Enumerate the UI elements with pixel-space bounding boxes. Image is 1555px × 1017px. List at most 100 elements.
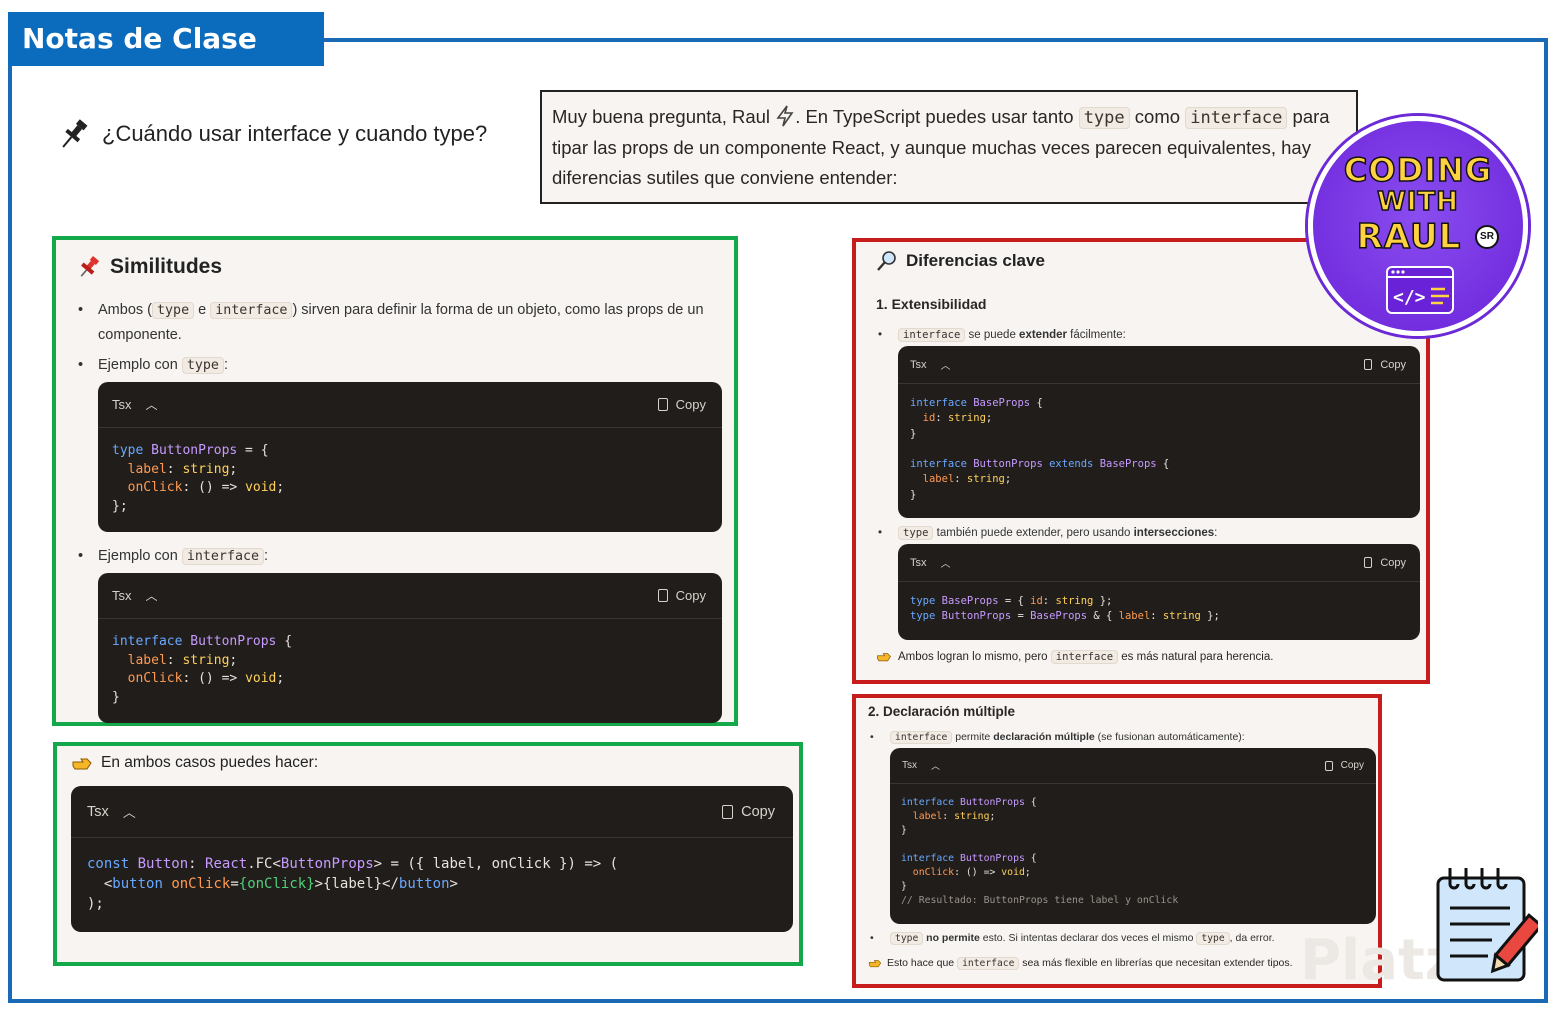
pushpin-icon [80, 256, 100, 277]
inline-code: interface [890, 731, 953, 744]
copy-label: Copy [1380, 556, 1406, 569]
declaracion-title: 2. Declaración múltiple [868, 704, 1016, 719]
list-text: : [223, 357, 228, 373]
chevron-up-icon[interactable]: ︿ [941, 357, 951, 372]
copy-button[interactable]: Copy [722, 804, 775, 820]
list-bold: no permite [923, 932, 980, 944]
list-item: interface permite declaración múltiple (… [868, 729, 1370, 746]
code-language: Tsx [87, 803, 109, 820]
ambos-heading: En ambos casos puedes hacer: [71, 754, 787, 772]
inline-code: type [181, 357, 224, 374]
list-text: e [194, 302, 211, 318]
inline-code: interface [1050, 649, 1119, 664]
answer-line-2: tipar las props de un componente React, … [552, 137, 1311, 158]
pointing-hand-icon [868, 960, 882, 968]
list-bold: declaración múltiple [993, 731, 1095, 743]
code-language: Tsx [910, 556, 927, 569]
answer-box: Muy buena pregunta, Raul . En TypeScript… [540, 90, 1358, 204]
list-bold: extender [1019, 329, 1067, 341]
copy-button[interactable]: Copy [657, 588, 706, 603]
inline-code: type [1078, 107, 1130, 129]
copy-label: Copy [741, 803, 775, 820]
pushpin-icon [62, 119, 88, 148]
inline-code: interface [181, 548, 265, 565]
pointing-hand-icon [877, 653, 891, 662]
list-item: Ejemplo con type: [76, 353, 720, 378]
similitudes-list: Ambos (type e interface) sirven para def… [76, 298, 720, 378]
inline-code: type [890, 932, 924, 945]
similitudes-title: Similitudes [110, 255, 223, 278]
copy-icon [1364, 359, 1373, 370]
list-item: Ambos (type e interface) sirven para def… [76, 298, 720, 347]
list-text: Ambos ( [98, 302, 152, 318]
code-content: const Button: React.FC<ButtonProps> = ({… [87, 856, 619, 912]
list-text: permite [952, 731, 994, 743]
logo-text: CODING [1343, 150, 1493, 190]
note-text: Ambos logran lo mismo, pero [898, 650, 1051, 663]
copy-button[interactable]: Copy [657, 397, 706, 412]
diferencias-title: Diferencias clave [906, 251, 1045, 270]
logo-badge: SR [1475, 225, 1499, 249]
note-text: Esto hace que [887, 957, 958, 969]
answer-line-1: Muy buena pregunta, Raul . En TypeScript… [552, 102, 1346, 133]
answer-text: . En TypeScript puedes usar tanto [795, 106, 1079, 127]
code-block: Tsx ︿ Copy interface BaseProps { id: stri… [898, 346, 1420, 518]
list-text: , da error. [1229, 932, 1275, 944]
copy-button[interactable]: Copy [1364, 359, 1406, 371]
notepad-pencil-icon [1436, 868, 1538, 982]
code-language: Tsx [112, 397, 132, 412]
chevron-up-icon[interactable]: ︿ [931, 759, 940, 772]
copy-button[interactable]: Copy [1364, 557, 1406, 569]
answer-text: como [1129, 106, 1186, 127]
inline-code: type [898, 526, 934, 540]
diferencias-list: interface se puede extender fácilmente: [876, 326, 1416, 344]
list-item: type no permite esto. Si intentas declar… [868, 930, 1370, 947]
chevron-up-icon[interactable]: ︿ [123, 802, 136, 821]
copy-icon [657, 398, 668, 411]
code-language: Tsx [112, 588, 132, 603]
svg-text:</>: </> [1393, 287, 1426, 308]
list-text: componente. [98, 327, 182, 343]
lightning-icon [776, 105, 794, 127]
list-bold: intersecciones [1133, 527, 1215, 539]
declaracion-list: type no permite esto. Si intentas declar… [868, 930, 1370, 947]
question: ¿Cuándo usar interface y cuando type? [56, 116, 487, 152]
list-text: : [264, 548, 269, 564]
list-text: Ejemplo con [98, 548, 182, 564]
inline-code: interface [1185, 107, 1288, 129]
coding-with-raul-logo: CODING WITH RAUL SR </> [1308, 116, 1528, 336]
magnifier-icon [877, 251, 896, 271]
pointing-hand-icon [72, 758, 92, 770]
note-text: sea más flexible en librerías que necesi… [1019, 957, 1293, 969]
list-text: (se fusionan automáticamente): [1094, 731, 1245, 743]
note-text: es más natural para herencia. [1118, 650, 1274, 663]
code-block: Tsx ︿ Copy type ButtonProps = { label: st… [98, 382, 722, 532]
ambos-title: En ambos casos puedes hacer: [101, 754, 319, 771]
list-text: se puede [965, 329, 1020, 341]
chevron-up-icon[interactable]: ︿ [941, 555, 951, 570]
inline-code: interface [898, 328, 966, 342]
inline-code: interface [210, 302, 293, 319]
ambos-card: En ambos casos puedes hacer: Tsx ︿ Copy c… [53, 742, 803, 966]
chevron-up-icon[interactable]: ︿ [146, 587, 158, 604]
list-text: fácilmente: [1066, 329, 1126, 341]
question-text: ¿Cuándo usar interface y cuando type? [102, 121, 488, 146]
answer-line-3: diferencias sutiles que conviene entende… [552, 167, 898, 188]
list-text: también puede extender, pero usando [933, 527, 1134, 539]
answer-text: Muy buena pregunta, Raul [552, 106, 776, 127]
list-item: type también puede extender, pero usando… [876, 524, 1416, 542]
chevron-up-icon[interactable]: ︿ [146, 396, 158, 413]
similitudes-list: Ejemplo con interface: [76, 544, 720, 569]
copy-label: Copy [675, 588, 706, 603]
list-text: : [1214, 527, 1218, 539]
logo-text: WITH [1376, 186, 1459, 218]
copy-button[interactable]: Copy [1324, 760, 1364, 771]
diferencias-note: Ambos logran lo mismo, pero interface es… [876, 649, 1416, 664]
inline-code: type [1196, 932, 1230, 945]
code-block: Tsx ︿ Copy type BaseProps = { id: string … [898, 544, 1420, 640]
code-content: interface ButtonProps { label: string; o… [112, 634, 293, 705]
list-text: esto. Si intentas declarar dos veces el … [979, 932, 1197, 944]
similitudes-heading: Similitudes [76, 254, 720, 280]
code-window-icon: </> [1386, 266, 1454, 314]
code-content: type BaseProps = { id: string }; type Bu… [910, 595, 1220, 623]
